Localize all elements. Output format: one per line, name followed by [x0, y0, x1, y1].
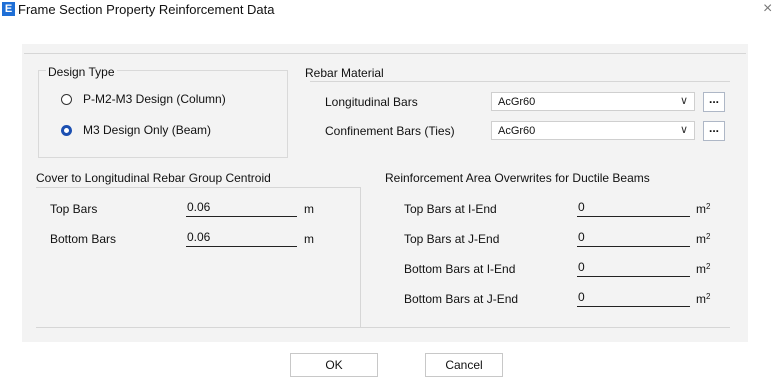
rebar-material-label: Rebar Material [305, 66, 384, 80]
bottom-bars-i-end-label: Bottom Bars at I-End [404, 262, 516, 276]
bottom-bars-unit: m [304, 232, 314, 246]
close-icon[interactable]: × [763, 0, 772, 18]
top-bars-i-end-input[interactable]: 0 [577, 200, 690, 217]
bottom-bars-i-end-unit: m2 [696, 262, 711, 276]
radio-column-label[interactable]: P-M2-M3 Design (Column) [83, 92, 226, 106]
top-bars-j-end-unit: m2 [696, 232, 711, 246]
chevron-down-icon: ∨ [679, 95, 688, 107]
bottom-bars-cover-input[interactable]: 0.06 [186, 230, 297, 247]
longitudinal-bars-label: Longitudinal Bars [325, 95, 418, 109]
design-type-group [38, 70, 288, 158]
longitudinal-bars-value: AcGr60 [498, 96, 536, 108]
bottom-bars-j-end-unit: m2 [696, 292, 711, 306]
longitudinal-bars-select[interactable]: AcGr60 ∨ [491, 92, 695, 111]
bottom-bars-j-end-input[interactable]: 0 [577, 290, 690, 307]
top-bars-unit: m [304, 202, 314, 216]
design-type-label: Design Type [46, 65, 117, 79]
top-bars-i-end-label: Top Bars at I-End [404, 202, 497, 216]
top-bars-j-end-input[interactable]: 0 [577, 230, 690, 247]
bottom-bars-i-end-input[interactable]: 0 [577, 260, 690, 277]
radio-beam-label[interactable]: M3 Design Only (Beam) [83, 123, 211, 137]
app-icon: E [2, 2, 15, 16]
chevron-down-icon: ∨ [679, 124, 688, 136]
bottom-bars-j-end-label: Bottom Bars at J-End [404, 292, 519, 306]
bottom-bars-label: Bottom Bars [50, 232, 117, 246]
confinement-bars-select[interactable]: AcGr60 ∨ [491, 121, 695, 140]
cover-group-label: Cover to Longitudinal Rebar Group Centro… [36, 171, 271, 185]
confinement-more-button[interactable]: ... [703, 121, 725, 141]
ok-button[interactable]: OK [290, 353, 378, 377]
divider-bottom [36, 327, 730, 328]
overwrites-group-label: Reinforcement Area Overwrites for Ductil… [385, 171, 650, 185]
cover-group-rule [36, 187, 360, 188]
radio-beam-design[interactable] [61, 125, 72, 136]
top-bars-j-end-label: Top Bars at J-End [404, 232, 500, 246]
cover-group-rule-right [360, 187, 361, 328]
radio-column-design[interactable] [61, 94, 72, 105]
confinement-bars-label: Confinement Bars (Ties) [325, 124, 455, 138]
cancel-button[interactable]: Cancel [425, 353, 503, 377]
longitudinal-more-button[interactable]: ... [703, 92, 725, 112]
window-title: Frame Section Property Reinforcement Dat… [18, 2, 275, 17]
divider-top [24, 53, 746, 54]
top-bars-label: Top Bars [50, 202, 98, 216]
top-bars-cover-input[interactable]: 0.06 [186, 200, 297, 217]
confinement-bars-value: AcGr60 [498, 125, 536, 137]
rebar-material-rule [310, 81, 730, 82]
top-bars-i-end-unit: m2 [696, 202, 711, 216]
